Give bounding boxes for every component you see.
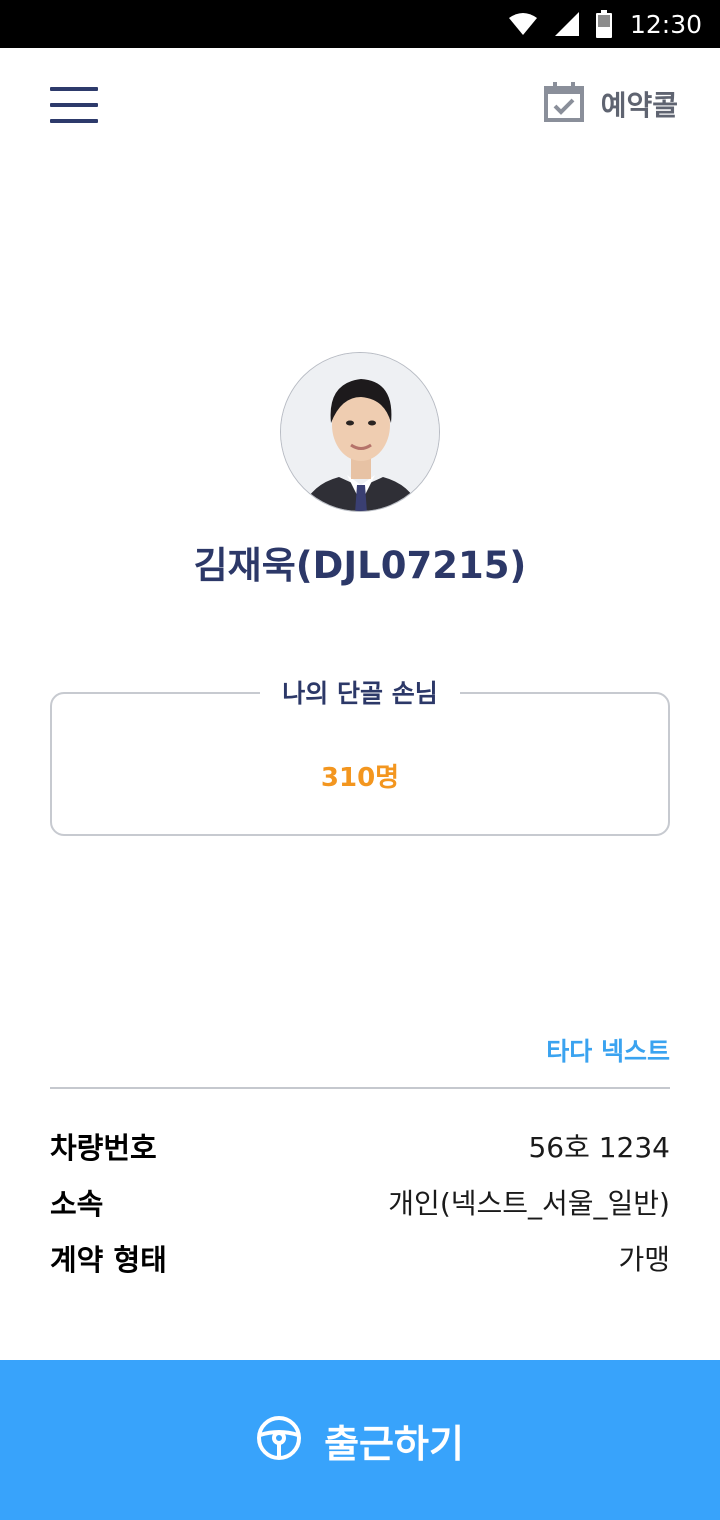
avatar: [280, 352, 440, 512]
info-value: 가맹: [618, 1243, 670, 1276]
status-icons: 12:30: [492, 0, 702, 48]
start-work-label: 출근하기: [324, 1421, 464, 1466]
battery-icon: [595, 10, 612, 38]
regular-customers-count: 310명: [320, 763, 400, 793]
service-tag: 타다 넥스트: [546, 1037, 670, 1066]
info-label: 계약 형태: [50, 1243, 167, 1277]
signal-icon: [554, 11, 580, 37]
info-value: 56호 1234: [528, 1131, 670, 1164]
steering-wheel-icon: [256, 1415, 302, 1465]
calendar-check-icon: [543, 81, 585, 127]
info-value: 개인(넥스트_서울_일반): [388, 1187, 670, 1220]
info-row-contract-type: 계약 형태 가맹: [50, 1238, 670, 1278]
driver-name: 김재욱(DJL07215): [193, 544, 527, 587]
regular-customers-title: 나의 단골 손님: [260, 679, 460, 708]
divider: [50, 1087, 670, 1089]
status-time: 12:30: [629, 9, 702, 39]
hamburger-menu-icon[interactable]: [50, 86, 98, 124]
regular-customers-title-wrap: 나의 단골 손님: [0, 674, 720, 710]
info-label: 소속: [50, 1187, 104, 1221]
wifi-icon: [508, 12, 538, 36]
status-bar: 12:30: [0, 0, 720, 48]
info-label: 차량번호: [50, 1131, 157, 1165]
reserve-call-label: 예약콜: [600, 89, 678, 122]
start-work-button[interactable]: 출근하기: [0, 1360, 720, 1520]
reserve-call-button[interactable]: 예약콜: [543, 82, 678, 126]
info-row-affiliation: 소속 개인(넥스트_서울_일반): [50, 1182, 670, 1222]
info-row-vehicle-number: 차량번호 56호 1234: [50, 1126, 670, 1166]
